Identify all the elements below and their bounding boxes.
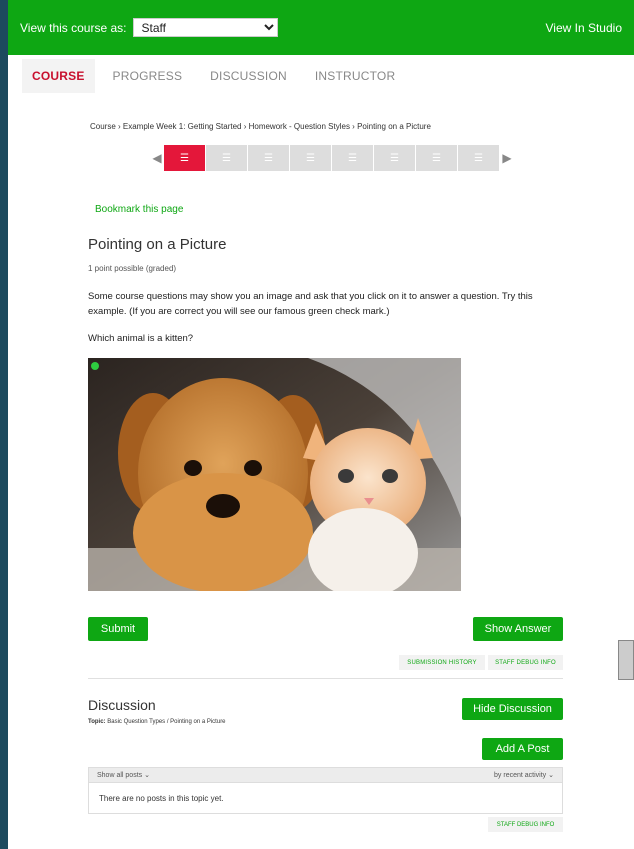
side-widget[interactable]: [618, 640, 634, 680]
view-in-studio-link[interactable]: View In Studio: [546, 21, 623, 35]
thread-filter-bar: Show all posts ⌄ by recent activity ⌄: [88, 767, 563, 783]
question-image[interactable]: [88, 358, 461, 591]
problem-title: Pointing on a Picture: [88, 236, 227, 253]
sequence-item-problem-icon[interactable]: ☰: [248, 145, 290, 171]
sequence-nav: ◀ ☰ ☰ ☰ ☰ ☰ ☰ ☰ ☰ ▶: [150, 145, 514, 171]
sequence-item-problem-icon[interactable]: ☰: [332, 145, 374, 171]
tab-course[interactable]: COURSE: [22, 59, 95, 93]
problem-points: 1 point possible (graded): [88, 264, 177, 273]
sequence-item-problem-icon[interactable]: ☰: [416, 145, 458, 171]
no-posts-message: There are no posts in this topic yet.: [88, 783, 563, 814]
page: View this course as: Staff View In Studi…: [8, 0, 634, 849]
staff-debug-info-button[interactable]: STAFF DEBUG INFO: [488, 655, 563, 670]
divider: [88, 678, 563, 679]
problem-question: Which animal is a kitten?: [88, 333, 194, 344]
bookmark-link[interactable]: Bookmark this page: [95, 204, 183, 215]
view-as-select[interactable]: Staff: [132, 18, 278, 37]
submit-button[interactable]: Submit: [88, 617, 148, 641]
discussion-topic: Topic: Basic Question Types / Pointing o…: [88, 719, 226, 725]
staff-toolbar: View this course as: Staff View In Studi…: [8, 0, 634, 55]
sequence-item-problem-icon[interactable]: ☰: [206, 145, 248, 171]
sequence-item-problem-icon[interactable]: ☰: [164, 145, 206, 171]
sequence-item-problem-icon[interactable]: ☰: [458, 145, 500, 171]
topic-label: Topic:: [88, 719, 106, 725]
chevron-down-icon: ⌄: [548, 772, 554, 779]
filter-posts-dropdown[interactable]: Show all posts ⌄: [97, 771, 150, 779]
show-answer-button[interactable]: Show Answer: [473, 617, 563, 641]
view-as-label: View this course as:: [20, 20, 127, 35]
tab-instructor[interactable]: INSTRUCTOR: [305, 59, 405, 93]
breadcrumb[interactable]: Course › Example Week 1: Getting Started…: [90, 122, 431, 131]
puppy-kitten-image[interactable]: [88, 358, 461, 591]
submission-history-button[interactable]: SUBMISSION HISTORY: [399, 655, 485, 670]
previous-unit-arrow-icon[interactable]: ◀: [150, 145, 164, 171]
discussion-title: Discussion: [88, 697, 156, 713]
staff-debug-info-button[interactable]: STAFF DEBUG INFO: [488, 817, 563, 832]
filter-posts-label: Show all posts: [97, 772, 143, 779]
add-post-button[interactable]: Add A Post: [482, 738, 563, 760]
problem-description: Some course questions may show you an im…: [88, 291, 533, 317]
tab-discussion[interactable]: DISCUSSION: [200, 59, 297, 93]
tab-progress[interactable]: PROGRESS: [103, 59, 193, 93]
sequence-item-problem-icon[interactable]: ☰: [290, 145, 332, 171]
chevron-down-icon: ⌄: [144, 772, 150, 779]
hide-discussion-button[interactable]: Hide Discussion: [462, 698, 563, 720]
sort-posts-label: by recent activity: [494, 772, 547, 779]
sequence-item-problem-icon[interactable]: ☰: [374, 145, 416, 171]
sort-posts-dropdown[interactable]: by recent activity ⌄: [494, 771, 554, 779]
next-unit-arrow-icon[interactable]: ▶: [500, 145, 514, 171]
course-tabs: COURSE PROGRESS DISCUSSION INSTRUCTOR: [8, 57, 634, 95]
topic-value: Basic Question Types / Pointing on a Pic…: [107, 719, 226, 725]
